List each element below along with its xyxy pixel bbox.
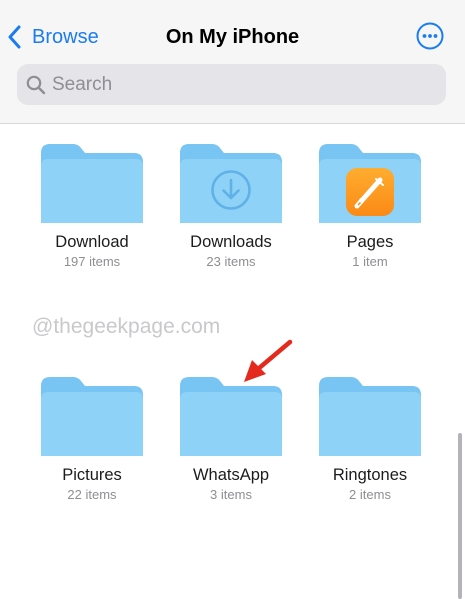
watermark-text: @thegeekpage.com <box>32 315 221 338</box>
search-bar[interactable] <box>17 64 446 105</box>
search-icon <box>26 75 46 94</box>
folder-icon <box>319 377 421 456</box>
folder-item-count: 1 item <box>352 254 388 269</box>
ellipsis-circle-icon <box>416 22 444 50</box>
folder-name: Pictures <box>62 466 122 484</box>
folder-downloads[interactable]: Downloads 23 items <box>165 144 297 270</box>
folder-item-count: 197 items <box>63 254 121 269</box>
folder-name: WhatsApp <box>192 466 270 484</box>
search-input[interactable] <box>52 73 412 96</box>
folder-ringtones[interactable]: Ringtones 2 items <box>304 377 436 503</box>
pages-app-icon <box>346 168 394 216</box>
more-options-button[interactable] <box>416 22 444 50</box>
folder-name: Pages <box>346 233 394 251</box>
download-arrow-icon <box>211 170 251 210</box>
folder-icon <box>319 144 421 223</box>
folder-whatsapp[interactable]: WhatsApp 3 items <box>165 377 297 503</box>
folder-name: Download <box>55 233 129 251</box>
scrollbar[interactable] <box>458 433 462 599</box>
folder-icon <box>180 377 282 456</box>
folder-item-count: 23 items <box>206 254 256 269</box>
folder-name: Downloads <box>190 233 272 251</box>
folder-pages[interactable]: Pages 1 item <box>304 144 436 270</box>
folder-item-count: 3 items <box>210 487 252 502</box>
folder-icon <box>41 144 143 223</box>
folder-name: Ringtones <box>332 466 408 484</box>
folder-item-count: 2 items <box>349 487 391 502</box>
folder-icon <box>180 144 282 223</box>
folder-pictures[interactable]: Pictures 22 items <box>26 377 158 503</box>
folder-download[interactable]: Download 197 items <box>26 144 158 270</box>
navigation-header: Browse On My iPhone <box>0 0 465 124</box>
folder-icon <box>41 377 143 456</box>
page-title: On My iPhone <box>165 26 300 48</box>
folder-item-count: 22 items <box>67 487 117 502</box>
red-arrow-icon <box>244 339 293 382</box>
